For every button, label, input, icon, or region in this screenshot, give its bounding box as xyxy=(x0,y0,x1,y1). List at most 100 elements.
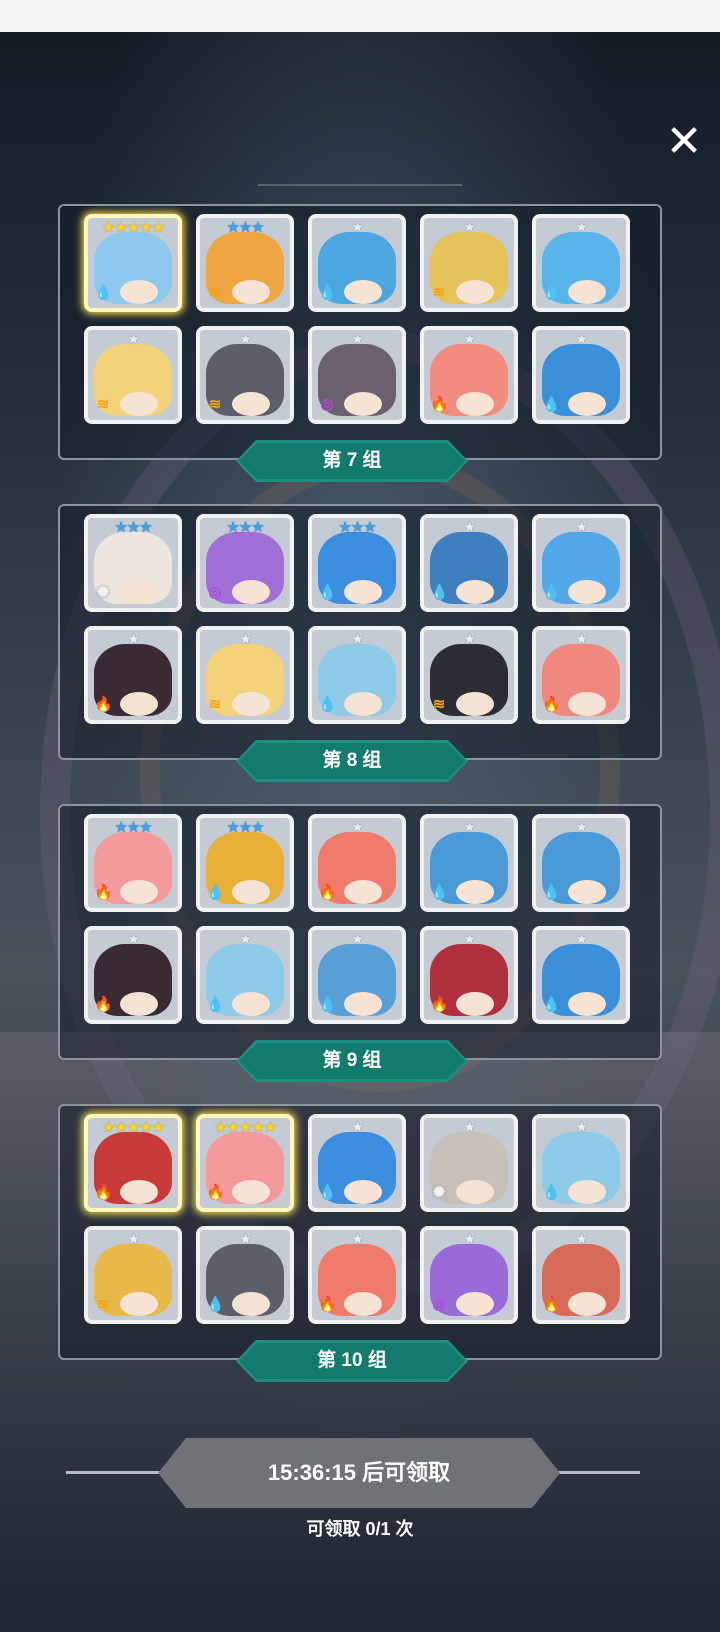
star-rating: ★ xyxy=(574,819,588,836)
water-element-icon: 💧 xyxy=(430,584,449,601)
fire-element-icon: 🔥 xyxy=(206,1184,225,1201)
star-rating: ★ xyxy=(462,219,476,236)
hero-face xyxy=(120,280,158,304)
hero-card[interactable]: ★ ≋ xyxy=(420,214,518,312)
star-rating: ★ xyxy=(462,1231,476,1248)
hero-card[interactable]: ★ 💧 xyxy=(420,514,518,612)
hero-card[interactable]: ★ 💧 xyxy=(308,214,406,312)
hero-card[interactable]: ★ 💧 xyxy=(420,814,518,912)
water-element-icon: 💧 xyxy=(542,1184,561,1201)
hero-card[interactable]: ★★★★★ 💧 xyxy=(84,214,182,312)
star-rating: ★ xyxy=(238,331,252,348)
arcane-element-icon: ◎ xyxy=(432,1296,446,1313)
hero-card[interactable]: ★ ≋ xyxy=(420,626,518,724)
fire-element-icon: 🔥 xyxy=(94,696,113,713)
hero-face xyxy=(568,580,606,604)
hero-face xyxy=(456,992,494,1016)
hero-card[interactable]: ★ 💧 xyxy=(308,926,406,1024)
hero-card[interactable]: ★ ≋ xyxy=(196,626,294,724)
hero-card[interactable]: ★ 🔥 xyxy=(84,926,182,1024)
group-label: 第 7 组 xyxy=(236,440,468,482)
hero-face xyxy=(344,580,382,604)
hero-face xyxy=(232,1292,270,1316)
star-rating: ★ xyxy=(126,931,140,948)
hero-face xyxy=(568,1180,606,1204)
hero-face xyxy=(568,692,606,716)
hero-card[interactable]: ★ 💧 xyxy=(196,1226,294,1324)
water-element-icon: 💧 xyxy=(94,284,113,301)
hero-card[interactable]: ★★★ 💧 xyxy=(196,814,294,912)
hero-face xyxy=(456,580,494,604)
hero-card[interactable]: ★ ≋ xyxy=(84,326,182,424)
star-rating: ★★★ xyxy=(114,819,152,836)
hero-face xyxy=(456,1180,494,1204)
hero-card[interactable]: ★ 💧 xyxy=(532,926,630,1024)
water-element-icon: 💧 xyxy=(318,584,337,601)
hero-card[interactable]: ★ 💧 xyxy=(308,1114,406,1212)
hero-card[interactable]: ★ 🔥 xyxy=(420,926,518,1024)
hero-face xyxy=(344,1180,382,1204)
water-element-icon: 💧 xyxy=(206,996,225,1013)
wind-element-icon: ≋ xyxy=(208,696,222,713)
hero-card[interactable]: ★ 💧 xyxy=(532,214,630,312)
hero-card[interactable]: ★ ✺ xyxy=(420,1114,518,1212)
hero-card[interactable]: ★ 🔥 xyxy=(532,626,630,724)
hero-card[interactable]: ★ ≋ xyxy=(84,1226,182,1324)
hero-card[interactable]: ★★★ ≋ xyxy=(196,214,294,312)
hero-card[interactable]: ★★★★★ 🔥 xyxy=(196,1114,294,1212)
group-label: 第 8 组 xyxy=(236,740,468,782)
hero-card[interactable]: ★★★ ✺ xyxy=(84,514,182,612)
star-rating: ★★★ xyxy=(226,819,264,836)
hero-card[interactable]: ★ 🔥 xyxy=(84,626,182,724)
star-rating: ★ xyxy=(350,1231,364,1248)
hero-face xyxy=(232,1180,270,1204)
arcane-element-icon: ◎ xyxy=(208,584,222,601)
star-rating: ★ xyxy=(462,1119,476,1136)
claim-count-text: 可领取 0/1 次 xyxy=(306,1519,414,1539)
hero-card[interactable]: ★★★ ◎ xyxy=(196,514,294,612)
hero-card[interactable]: ★ 💧 xyxy=(308,626,406,724)
hero-card[interactable]: ★★★ 💧 xyxy=(308,514,406,612)
hero-card[interactable]: ★ ≋ xyxy=(196,326,294,424)
water-element-icon: 💧 xyxy=(318,696,337,713)
hero-card[interactable]: ★ 🔥 xyxy=(420,326,518,424)
hero-face xyxy=(456,1292,494,1316)
hero-face xyxy=(456,280,494,304)
hero-card[interactable]: ★ ◎ xyxy=(308,326,406,424)
water-element-icon: 💧 xyxy=(542,884,561,901)
star-rating: ★ xyxy=(350,931,364,948)
star-rating: ★ xyxy=(238,931,252,948)
hero-face xyxy=(456,692,494,716)
hero-face xyxy=(120,1292,158,1316)
wind-element-icon: ≋ xyxy=(208,396,222,413)
water-element-icon: 💧 xyxy=(318,1184,337,1201)
fire-element-icon: 🔥 xyxy=(430,996,449,1013)
hero-card[interactable]: ★ 🔥 xyxy=(532,1226,630,1324)
hero-face xyxy=(344,880,382,904)
hero-card[interactable]: ★★★ 🔥 xyxy=(84,814,182,912)
hero-card[interactable]: ★ 🔥 xyxy=(308,814,406,912)
hero-face xyxy=(568,992,606,1016)
hero-card[interactable]: ★ 🔥 xyxy=(308,1226,406,1324)
claim-button[interactable]: 15:36:15 后可领取 xyxy=(158,1438,560,1508)
hero-card[interactable]: ★ 💧 xyxy=(532,514,630,612)
hero-face xyxy=(120,992,158,1016)
water-element-icon: 💧 xyxy=(542,584,561,601)
hero-card[interactable]: ★ 💧 xyxy=(532,326,630,424)
close-icon[interactable]: ✕ xyxy=(660,118,708,166)
star-rating: ★ xyxy=(126,631,140,648)
hero-face xyxy=(568,880,606,904)
hero-card[interactable]: ★ 💧 xyxy=(532,1114,630,1212)
hero-card[interactable]: ★ 💧 xyxy=(532,814,630,912)
hero-face xyxy=(344,992,382,1016)
hero-card[interactable]: ★ 💧 xyxy=(196,926,294,1024)
fire-element-icon: 🔥 xyxy=(430,396,449,413)
wind-element-icon: ≋ xyxy=(432,696,446,713)
hero-card[interactable]: ★ ◎ xyxy=(420,1226,518,1324)
star-rating: ★ xyxy=(462,819,476,836)
star-rating: ★ xyxy=(574,519,588,536)
hero-face xyxy=(120,1180,158,1204)
group-label: 第 10 组 xyxy=(236,1340,468,1382)
star-rating: ★ xyxy=(350,631,364,648)
hero-card[interactable]: ★★★★★ 🔥 xyxy=(84,1114,182,1212)
